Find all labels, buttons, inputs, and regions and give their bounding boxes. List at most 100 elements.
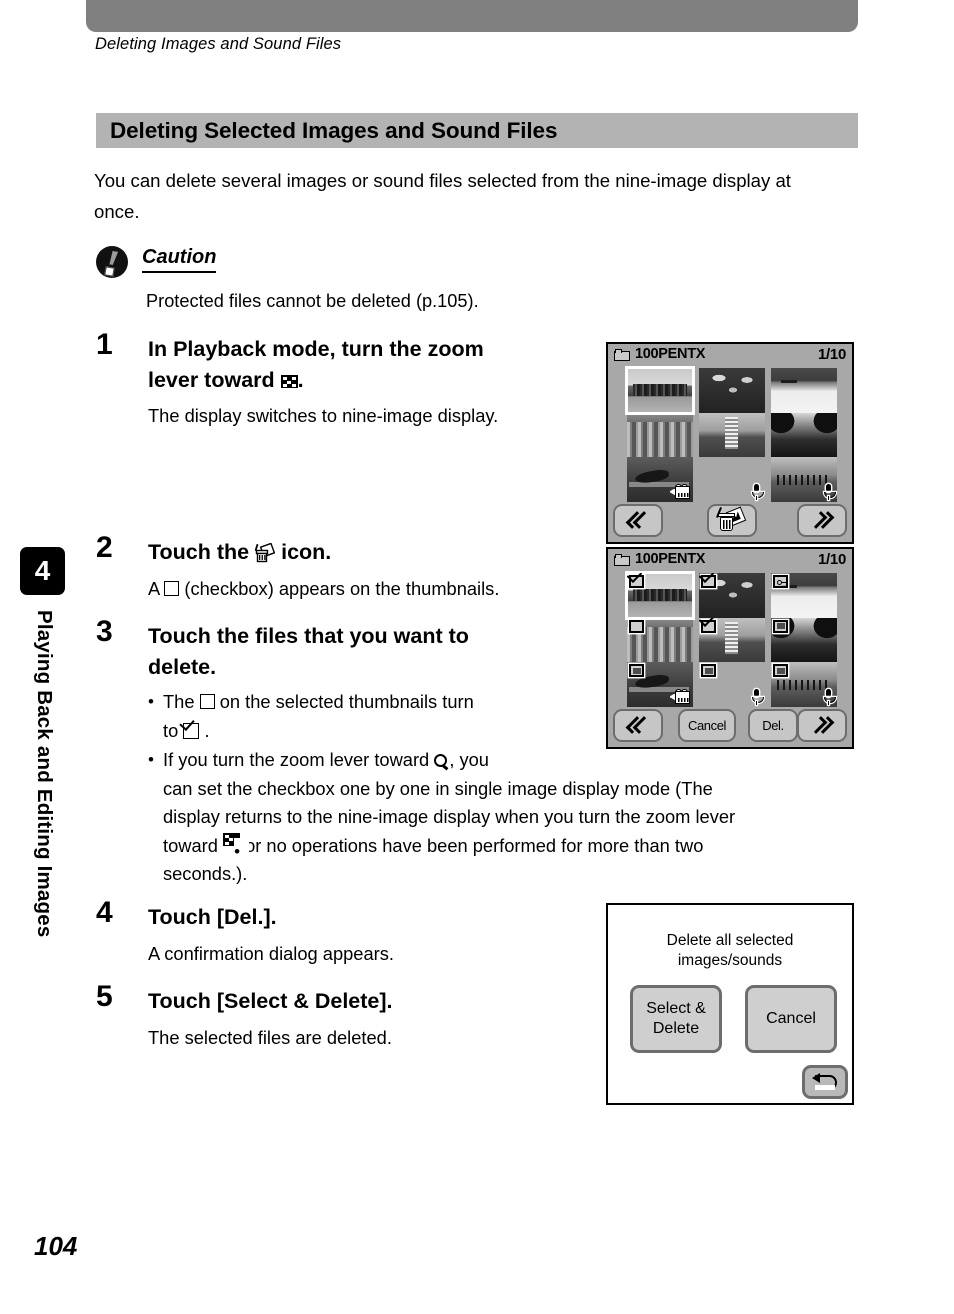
step-2-title-prefix: Touch the [148,540,250,564]
thumbnail-beach-2[interactable] [771,573,837,618]
checkbox-checked-3[interactable] [701,619,716,633]
screen-confirm-dialog: Delete all selected images/sounds Select… [606,903,854,1105]
screen2-column-3 [771,573,837,707]
thumbnail-palms-2[interactable] [699,573,765,618]
thumbnail-road[interactable] [771,412,837,458]
screen2-next-button[interactable] [797,709,847,742]
step-1-description: The display switches to nine-image displ… [148,405,499,426]
folder-icon-2 [614,554,632,567]
screen2-del-button[interactable]: Del. [748,709,798,742]
screen2-thumbnail-grid [625,571,837,707]
thumbnail-pier-2[interactable] [771,662,837,707]
thumbnail-whale-2[interactable] [627,662,693,707]
screen1-next-button[interactable] [797,504,847,537]
protected-key-icon [773,575,788,588]
bullet-2-text-e: toward [163,834,218,856]
chapter-number: 4 [34,555,51,586]
checkbox-unchecked-4[interactable] [773,664,788,678]
checkbox-checked-1[interactable] [629,575,644,588]
back-arrow-icon [812,1072,838,1092]
thumbnail-city[interactable] [627,412,693,458]
checkbox-unchecked-1[interactable] [629,664,644,678]
section-heading-text: Deleting Selected Images and Sound Files [110,118,558,143]
folder-icon [614,349,632,362]
step-1-title-period: . [297,368,304,392]
step-3-title: Touch the files that you want to delete. [148,621,469,683]
thumbnail-tower-2[interactable] [699,617,765,663]
thumbnail-palms[interactable] [699,368,765,413]
bullet-2-text-g: seconds.). [163,863,248,884]
caution-icon [96,246,128,278]
bullet-1-text-c: to [163,719,179,741]
bullet-2-text-b: , you [449,749,489,770]
screen2-cancel-button[interactable]: Cancel [678,709,736,742]
screen1-column-3 [771,368,837,502]
checkbox-empty-1[interactable] [629,619,644,633]
step-2-title: Touch the icon. [148,537,331,568]
screen-select-files: 100PENTX 1/10 Cancel Del. [606,547,854,749]
chapter-title-vertical: Playing Back and Editing Images [33,610,56,938]
chevron-right-icon [814,510,831,531]
page-number: 104 [34,1231,78,1261]
select-delete-line1: Select & [646,1000,706,1017]
screen1-delete-button[interactable] [707,504,757,537]
screen2-folder-name: 100PENTX [635,551,706,567]
screen1-column-1 [625,366,695,502]
exclamation-dot-shape [104,266,115,277]
thumbnail-city-2[interactable] [627,617,693,663]
caution-body: Protected files cannot be deleted (p.105… [146,291,479,311]
dialog-message-line1: Delete all selected [666,932,794,949]
caution-header: Caution [96,246,796,280]
dialog-select-and-delete-button[interactable]: Select & Delete [630,985,722,1053]
thumbnail-road-2[interactable] [771,617,837,663]
step-4-description: A confirmation dialog appears. [148,943,394,964]
screen2-column-2 [699,573,765,707]
thumbnail-tower[interactable] [699,412,765,458]
thumbnail-whale[interactable] [627,457,693,502]
bullet-2-text-d: display returns to the nine-image displa… [163,806,736,827]
screen1-prev-button[interactable] [613,504,663,537]
section-heading-band: Deleting Selected Images and Sound Files [96,113,858,148]
checkbox-checked-2[interactable] [701,575,716,588]
checkbox-unchecked-3[interactable] [773,619,788,633]
step-5-description: The selected files are deleted. [148,1027,392,1048]
dialog-cancel-button[interactable]: Cancel [745,985,837,1053]
step-3-title-line2: delete. [148,655,217,679]
select-delete-line2: Delete [652,1020,700,1037]
screen2-column-1 [625,571,695,707]
screen2-page-counter: 1/10 [818,551,846,568]
movie-icon [669,483,691,500]
magnify-zoom-icon [434,754,449,769]
chevron-left-icon [630,510,647,531]
thumbnail-pier[interactable] [771,457,837,502]
thumbnail-beach[interactable] [771,368,837,413]
thumbnail-skyline[interactable] [625,366,695,415]
nine-image-zoom-icon-2 [222,832,249,859]
checkbox-icon [164,581,180,596]
chevron-left-icon-2 [630,715,647,736]
step-1-number: 1 [96,328,113,361]
checkbox-checked-icon [183,722,200,739]
caution-block: Caution Protected files cannot be delete… [96,246,796,311]
dialog-back-button[interactable] [802,1065,848,1099]
step-3-number: 3 [96,615,113,648]
checkbox-empty-icon [199,694,215,709]
screen2-prev-button[interactable] [613,709,663,742]
mic-icon-4 [823,688,836,705]
thumbnail-sound-file-2[interactable] [699,662,765,707]
trash-icon-screen1 [716,506,747,533]
screen2-toolbar: Cancel Del. [608,709,852,745]
chapter-tab: 4 [20,547,65,595]
exclamation-mark-shape [108,250,118,265]
checkbox-unchecked-2[interactable] [701,664,716,678]
bullet-1-text-d: . [204,719,210,741]
nine-image-zoom-icon [280,375,298,388]
bullet-1-text-b: on the selected thumbnails turn [219,691,474,712]
step-2-desc-suffix: (checkbox) appears on the thumbnails. [184,578,500,599]
bullet-2-text-f: or no operations have been performed for… [245,834,704,856]
step-3-title-line1: Touch the files that you want to [148,624,469,648]
thumbnail-skyline-2[interactable] [625,571,695,620]
dialog-message: Delete all selected images/sounds [608,931,852,971]
step-2-desc-prefix: A [148,578,160,599]
thumbnail-sound-file-1[interactable] [699,457,765,502]
